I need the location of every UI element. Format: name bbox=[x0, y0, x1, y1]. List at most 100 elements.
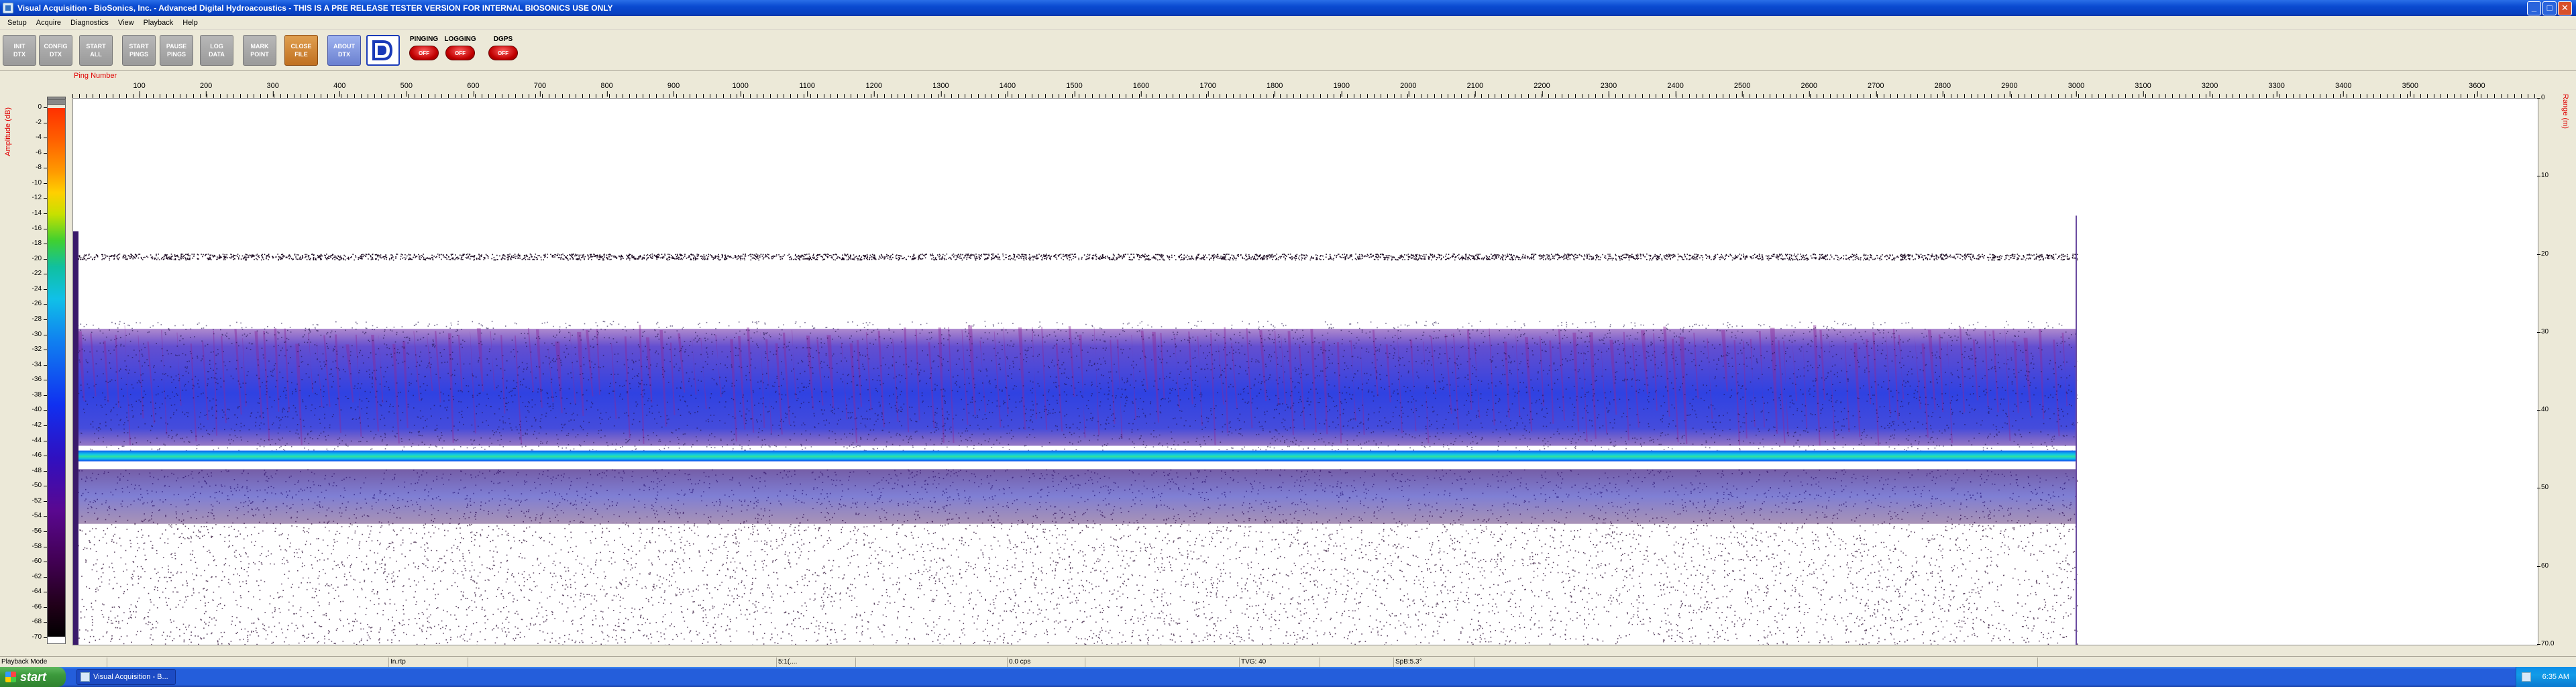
ping-tick-label: 1000 bbox=[732, 82, 749, 97]
amplitude-tick-label: -12 bbox=[30, 194, 47, 201]
amplitude-tick-label: -60 bbox=[30, 558, 47, 565]
menu-help[interactable]: Help bbox=[178, 19, 203, 27]
window-title: Visual Acquisition - BioSonics, Inc. - A… bbox=[17, 3, 613, 13]
range-axis-label: Range (m) bbox=[2561, 94, 2569, 129]
mark-point-button[interactable]: MARK POINT bbox=[243, 35, 276, 66]
ping-tick-label: 2500 bbox=[1733, 82, 1751, 97]
amplitude-colorbar bbox=[47, 99, 66, 644]
amplitude-tick-label: -20 bbox=[30, 255, 47, 262]
range-tick-label: 60 bbox=[2536, 562, 2549, 570]
amplitude-tick-label: -22 bbox=[30, 270, 47, 277]
ping-tick-label: 1700 bbox=[1199, 82, 1216, 97]
ping-tick-label: 200 bbox=[199, 82, 213, 97]
surface-echo-line bbox=[73, 253, 2078, 261]
menu-setup[interactable]: Setup bbox=[3, 19, 32, 27]
pause-pings-button[interactable]: PAUSE PINGS bbox=[160, 35, 193, 66]
amplitude-tick-label: -64 bbox=[30, 588, 47, 595]
status-cell-12 bbox=[2038, 657, 2576, 667]
start-label: start bbox=[20, 670, 47, 684]
range-tick-label: 40 bbox=[2536, 406, 2549, 414]
range-tick-label: 30 bbox=[2536, 327, 2549, 335]
start-pings-button[interactable]: START PINGS bbox=[122, 35, 156, 66]
init-dtx-button[interactable]: INIT DTX bbox=[3, 35, 36, 66]
log-data-button[interactable]: LOG DATA bbox=[200, 35, 233, 66]
ping-tick-label: 3100 bbox=[2135, 82, 2151, 97]
status-filename: In.rtp bbox=[389, 657, 468, 667]
clock: 6:35 AM bbox=[2542, 673, 2569, 681]
taskbar-item-visual-acquisition[interactable]: Visual Acquisition - B... bbox=[76, 669, 176, 685]
close-file-button[interactable]: CLOSE FILE bbox=[284, 35, 318, 66]
menu-diagnostics[interactable]: Diagnostics bbox=[66, 19, 113, 27]
ping-axis-label: Ping Number bbox=[74, 72, 117, 80]
ping-tick-label: 900 bbox=[667, 82, 680, 97]
range-tick-label: 20 bbox=[2536, 250, 2549, 258]
dgps-indicator: DGPS OFF bbox=[486, 35, 521, 66]
ping-axis: 100 200 300 400 500 600 700 800 900 1000 1100 1200 1… bbox=[72, 82, 2538, 98]
status-mode: Playback Mode bbox=[0, 657, 107, 667]
amplitude-tick-label: -52 bbox=[30, 497, 47, 505]
amplitude-tick-label: -18 bbox=[30, 240, 47, 247]
maximize-button[interactable]: □ bbox=[2542, 1, 2557, 15]
ping-tick-label: 3200 bbox=[2201, 82, 2218, 97]
tray-app-icon[interactable] bbox=[2522, 672, 2531, 682]
amplitude-tick-label: -42 bbox=[30, 421, 47, 429]
amplitude-tick-label: -66 bbox=[30, 603, 47, 611]
menu-view[interactable]: View bbox=[113, 19, 139, 27]
dgps-state-lamp: OFF bbox=[488, 46, 518, 60]
ping-tick-label: 1100 bbox=[799, 82, 816, 97]
ping-tick-label: 1200 bbox=[865, 82, 883, 97]
pinging-state-lamp: OFF bbox=[409, 46, 439, 60]
echogram-display[interactable] bbox=[72, 98, 2538, 645]
windows-flag-icon bbox=[5, 672, 16, 682]
pinging-indicator: PINGING OFF bbox=[407, 35, 441, 66]
logging-state-lamp: OFF bbox=[445, 46, 475, 60]
amplitude-tick-label: -8 bbox=[30, 164, 47, 171]
amplitude-axis-label: Amplitude (dB) bbox=[4, 107, 12, 156]
menu-playback[interactable]: Playback bbox=[139, 19, 178, 27]
range-tick-label: 0 bbox=[2537, 94, 2545, 101]
amplitude-tick-label: 0 bbox=[30, 103, 47, 111]
system-tray: 6:35 AM bbox=[2516, 667, 2576, 687]
amplitude-tick-label: -2 bbox=[30, 119, 47, 126]
amplitude-tick-label: -4 bbox=[30, 134, 47, 141]
biosonics-logo-icon[interactable] bbox=[366, 35, 400, 66]
minimize-button[interactable]: _ bbox=[2527, 1, 2541, 15]
ping-tick-label: 1400 bbox=[999, 82, 1016, 97]
ping-tick-label: 2300 bbox=[1600, 82, 1617, 97]
ping-tick-label: 700 bbox=[533, 82, 547, 97]
ping-tick-label: 2200 bbox=[1534, 82, 1550, 97]
window-titlebar[interactable]: Visual Acquisition - BioSonics, Inc. - A… bbox=[0, 0, 2576, 16]
ping-tick-label: 2700 bbox=[1868, 82, 1884, 97]
status-cell-3 bbox=[468, 657, 777, 667]
ping-tick-label: 100 bbox=[133, 82, 146, 97]
logging-indicator: LOGGING OFF bbox=[443, 35, 478, 66]
ping-tick-label: 2800 bbox=[1934, 82, 1951, 97]
taskbar: start Visual Acquisition - B... 6:35 AM bbox=[0, 667, 2576, 687]
start-button[interactable]: start bbox=[0, 667, 66, 687]
ping-tick-label: 300 bbox=[266, 82, 279, 97]
amplitude-tick-label: -38 bbox=[30, 391, 47, 399]
amplitude-tick-label: -30 bbox=[30, 331, 47, 338]
config-dtx-button[interactable]: CONFIG DTX bbox=[39, 35, 72, 66]
close-button[interactable]: ✕ bbox=[2558, 1, 2572, 15]
status-cell-11 bbox=[1474, 657, 2038, 667]
amplitude-tick-label: -24 bbox=[30, 285, 47, 293]
ping-tick-label: 600 bbox=[467, 82, 480, 97]
amplitude-tick-label: -6 bbox=[30, 149, 47, 156]
start-all-button[interactable]: START ALL bbox=[79, 35, 113, 66]
echogram-svg bbox=[73, 215, 2078, 645]
menu-bar: Setup Acquire Diagnostics View Playback … bbox=[0, 16, 2576, 30]
status-ratio: 5:1(.... bbox=[777, 657, 856, 667]
ping-tick-label: 800 bbox=[600, 82, 613, 97]
range-tick-label: 10 bbox=[2536, 172, 2549, 180]
status-rate: 0.0 cps bbox=[1008, 657, 1085, 667]
ping-tick-label: 3600 bbox=[2469, 82, 2485, 97]
ping-tick-label: 2900 bbox=[2001, 82, 2018, 97]
amplitude-tick-label: -46 bbox=[30, 452, 47, 459]
about-dtx-button[interactable]: ABOUT DTX bbox=[327, 35, 361, 66]
amplitude-tick-label: -54 bbox=[30, 512, 47, 519]
amplitude-tick-label: -58 bbox=[30, 543, 47, 550]
amplitude-tick-label: -40 bbox=[30, 406, 47, 413]
menu-acquire[interactable]: Acquire bbox=[32, 19, 66, 27]
end-of-data-marker bbox=[2075, 215, 2077, 645]
